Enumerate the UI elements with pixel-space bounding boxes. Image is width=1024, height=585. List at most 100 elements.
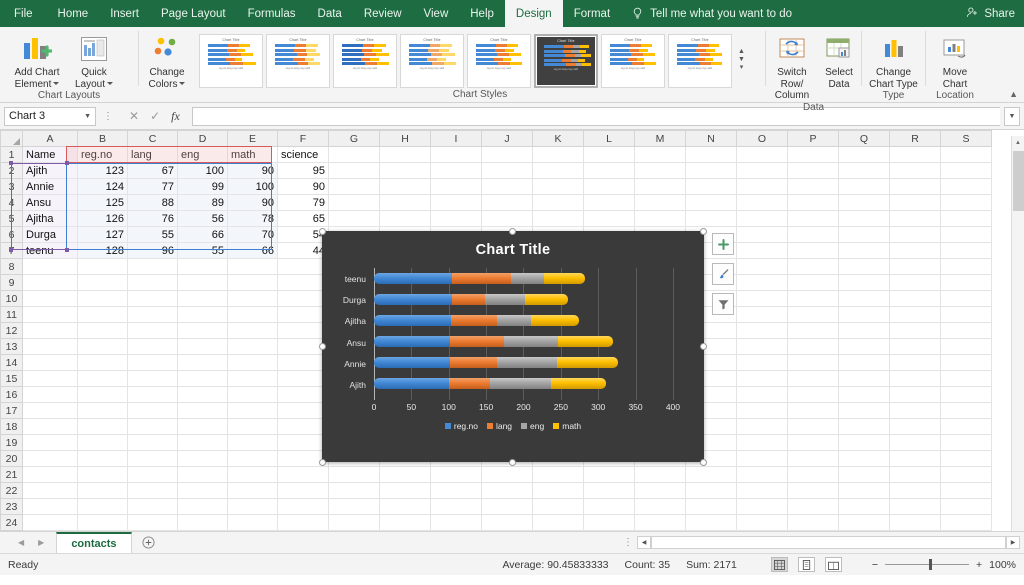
cell-G2[interactable] [329,163,380,179]
ribbon-tab-data[interactable]: Data [307,0,353,27]
cell-K3[interactable] [533,179,584,195]
chart-value-axis[interactable]: 0 50 100 150 200 250 300 350 400 [374,402,688,414]
cell-F10[interactable] [278,291,329,307]
chart-resize-handle-nw[interactable] [319,228,326,235]
cell-R16[interactable] [890,387,941,403]
sheet-nav-arrows[interactable]: ◀ ▶ [6,532,56,553]
ribbon-tab-home[interactable]: Home [47,0,100,27]
cell-D7[interactable]: 55 [178,243,228,259]
cell-A21[interactable] [23,467,78,483]
cell-R11[interactable] [890,307,941,323]
row-header-14[interactable]: 14 [1,355,23,371]
cell-S2[interactable] [941,163,992,179]
chart-plot-area[interactable]: teenu Durga Ajitha Ansu Annie Ajith [330,268,688,396]
cell-N4[interactable] [686,195,737,211]
column-header-L[interactable]: L [584,131,635,147]
cell-A6[interactable]: Durga [23,227,78,243]
cell-P21[interactable] [788,467,839,483]
select-all-button[interactable] [1,131,23,147]
vertical-scrollbar[interactable]: ▲ [1011,136,1024,537]
cell-G4[interactable] [329,195,380,211]
cell-A24[interactable] [23,515,78,531]
cell-C15[interactable] [128,371,178,387]
cell-S16[interactable] [941,387,992,403]
cell-F9[interactable] [278,275,329,291]
cell-E4[interactable]: 90 [228,195,278,211]
column-header-N[interactable]: N [686,131,737,147]
cell-O19[interactable] [737,435,788,451]
chart-bar-annie[interactable] [374,357,618,368]
cell-O24[interactable] [737,515,788,531]
cell-I1[interactable] [431,147,482,163]
cell-O2[interactable] [737,163,788,179]
chart-filters-button[interactable] [712,293,734,315]
cell-E20[interactable] [228,451,278,467]
row-header-5[interactable]: 5 [1,211,23,227]
cell-O18[interactable] [737,419,788,435]
cell-E12[interactable] [228,323,278,339]
cell-A16[interactable] [23,387,78,403]
cell-B21[interactable] [78,467,128,483]
chart-style-thumb-4[interactable]: Chart Title reg.no lang eng math [400,34,464,88]
cell-E5[interactable]: 78 [228,211,278,227]
column-header-R[interactable]: R [890,131,941,147]
name-box[interactable]: Chart 3 ▼ [4,107,96,126]
column-header-C[interactable]: C [128,131,178,147]
row-header-8[interactable]: 8 [1,259,23,275]
cell-Q6[interactable] [839,227,890,243]
row-header-11[interactable]: 11 [1,307,23,323]
cell-P10[interactable] [788,291,839,307]
cell-O6[interactable] [737,227,788,243]
cell-F22[interactable] [278,483,329,499]
sheet-tab-contacts[interactable]: contacts [56,532,131,553]
chart-bar-ansu[interactable] [374,336,613,347]
gallery-scroll-down-icon[interactable]: ▼ [738,56,745,64]
scroll-split-grip[interactable]: ⋮ [620,537,637,548]
cell-G5[interactable] [329,211,380,227]
cell-L5[interactable] [584,211,635,227]
legend-item-lang[interactable]: lang [487,421,512,431]
check-icon[interactable]: ✓ [150,109,160,123]
cell-H24[interactable] [380,515,431,531]
row-header-4[interactable]: 4 [1,195,23,211]
cell-A8[interactable] [23,259,78,275]
cell-B24[interactable] [78,515,128,531]
cell-R10[interactable] [890,291,941,307]
cell-P6[interactable] [788,227,839,243]
cell-R21[interactable] [890,467,941,483]
cell-M3[interactable] [635,179,686,195]
row-header-23[interactable]: 23 [1,499,23,515]
cell-C1[interactable]: lang [128,147,178,163]
cell-P23[interactable] [788,499,839,515]
cell-G22[interactable] [329,483,380,499]
cell-R23[interactable] [890,499,941,515]
cell-P15[interactable] [788,371,839,387]
vertical-scroll-thumb[interactable] [1013,151,1024,211]
cell-R15[interactable] [890,371,941,387]
cell-D14[interactable] [178,355,228,371]
chart-bar-ajith[interactable] [374,378,606,389]
cell-Q17[interactable] [839,403,890,419]
cell-O12[interactable] [737,323,788,339]
column-header-S[interactable]: S [941,131,992,147]
cell-M2[interactable] [635,163,686,179]
cell-R12[interactable] [890,323,941,339]
cell-J21[interactable] [482,467,533,483]
cell-C21[interactable] [128,467,178,483]
row-header-3[interactable]: 3 [1,179,23,195]
cell-P14[interactable] [788,355,839,371]
cell-O1[interactable] [737,147,788,163]
cell-R17[interactable] [890,403,941,419]
cell-D12[interactable] [178,323,228,339]
cell-B17[interactable] [78,403,128,419]
cell-E3[interactable]: 100 [228,179,278,195]
chart-style-thumb-7[interactable]: Chart Title reg.no lang eng math [601,34,665,88]
cell-C11[interactable] [128,307,178,323]
cell-R13[interactable] [890,339,941,355]
cell-C9[interactable] [128,275,178,291]
cell-E19[interactable] [228,435,278,451]
cell-S13[interactable] [941,339,992,355]
cell-R7[interactable] [890,243,941,259]
cell-D10[interactable] [178,291,228,307]
cell-O15[interactable] [737,371,788,387]
